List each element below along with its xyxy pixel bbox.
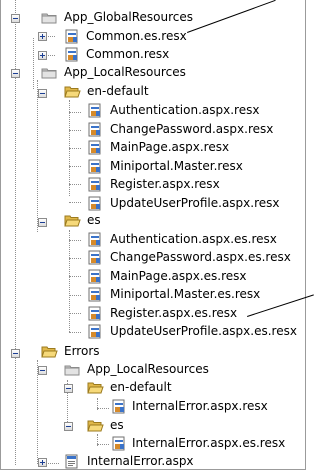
tree-item-label: Miniportal.Master.es.resx — [110, 287, 261, 301]
resx-file-icon — [65, 29, 78, 44]
tree-item-miniportal-master-resx[interactable]: Miniportal.Master.resx — [1, 157, 301, 176]
folder-open-icon — [64, 86, 81, 98]
tree-item-label: App_LocalResources — [64, 65, 186, 79]
resx-file-icon — [88, 103, 101, 118]
resx-file-icon — [88, 324, 101, 339]
resx-file-icon — [65, 47, 78, 62]
folder-icon — [41, 13, 57, 24]
resx-file-icon — [112, 436, 125, 451]
tree-item-app-globalresources[interactable]: App_GlobalResources — [1, 8, 301, 27]
resx-file-icon — [88, 122, 101, 137]
tree-item-changepassword-aspx-resx[interactable]: ChangePassword.aspx.resx — [1, 120, 301, 139]
tree-item-label: Register.aspx.resx — [110, 177, 220, 191]
tree-item-internalerror-aspx-es-resx[interactable]: InternalError.aspx.es.resx — [1, 434, 301, 453]
tree-item-register-aspx-resx[interactable]: Register.aspx.resx — [1, 175, 301, 194]
resx-file-icon — [88, 306, 101, 321]
folder-icon — [64, 365, 80, 376]
tree-item-miniportal-master-es-resx[interactable]: Miniportal.Master.es.resx — [1, 285, 301, 304]
tree-item-label: es — [110, 418, 124, 432]
tree-item-label: UpdateUserProfile.aspx.resx — [110, 196, 280, 210]
tree-item-updateuserprofile-aspx-es-resx[interactable]: UpdateUserProfile.aspx.es.resx — [1, 322, 301, 341]
tree-item-label: Register.aspx.es.resx — [110, 306, 238, 320]
tree-item-label: en-default — [87, 84, 149, 98]
resx-file-icon — [88, 140, 101, 155]
tree-item-label: ChangePassword.aspx.resx — [110, 122, 274, 136]
tree-item-label: Common.resx — [86, 47, 170, 61]
tree-item-app-localresources[interactable]: App_LocalResources — [1, 63, 301, 82]
resx-file-icon — [88, 232, 101, 247]
tree-item-errors-es[interactable]: es — [1, 416, 301, 435]
tree-item-label: en-default — [110, 380, 172, 394]
resx-file-icon — [88, 196, 101, 211]
tree-item-label: App_LocalResources — [87, 362, 209, 376]
tree-item-label: ChangePassword.aspx.es.resx — [110, 250, 291, 264]
resx-file-icon — [88, 269, 101, 284]
folder-open-icon — [87, 420, 104, 432]
tree-item-label: InternalError.aspx.es.resx — [132, 436, 286, 450]
tree-item-errors[interactable]: Errors — [1, 342, 301, 361]
tree-item-label: MainPage.aspx.es.resx — [110, 269, 247, 283]
tree-item-en-default[interactable]: en-default — [1, 82, 301, 101]
tree-item-internalerror-aspx[interactable]: InternalError.aspx — [1, 452, 301, 471]
folder-open-icon — [87, 382, 104, 394]
tree-item-mainpage-aspx-resx[interactable]: MainPage.aspx.resx — [1, 138, 301, 157]
tree-item-changepassword-aspx-es-resx[interactable]: ChangePassword.aspx.es.resx — [1, 248, 301, 267]
tree-item-label: InternalError.aspx.resx — [132, 399, 268, 413]
tree-item-internalerror-aspx-resx[interactable]: InternalError.aspx.resx — [1, 397, 301, 416]
tree-item-label: Errors — [64, 344, 100, 358]
tree-item-label: InternalError.aspx — [87, 454, 194, 468]
resx-file-icon — [88, 250, 101, 265]
tree-item-authentication-aspx-resx[interactable]: Authentication.aspx.resx — [1, 101, 301, 120]
resx-file-icon — [112, 399, 125, 414]
tree-item-label: Miniportal.Master.resx — [110, 159, 243, 173]
solution-explorer-tree: App_GlobalResources Common.es.resx Commo… — [0, 0, 314, 471]
tree-item-label: Authentication.aspx.resx — [110, 103, 260, 117]
resx-file-icon — [88, 177, 101, 192]
tree-item-label: Authentication.aspx.es.resx — [110, 232, 277, 246]
tree-item-common-es-resx[interactable]: Common.es.resx — [1, 27, 301, 46]
folder-open-icon — [64, 215, 81, 227]
resx-file-icon — [88, 287, 101, 302]
tree-item-label: UpdateUserProfile.aspx.es.resx — [110, 324, 297, 338]
tree-item-es[interactable]: es — [1, 211, 301, 230]
tree-item-mainpage-aspx-es-resx[interactable]: MainPage.aspx.es.resx — [1, 267, 301, 286]
tree-item-authentication-aspx-es-resx[interactable]: Authentication.aspx.es.resx — [1, 230, 301, 249]
folder-icon — [41, 68, 57, 79]
tree-item-errors-en-default[interactable]: en-default — [1, 378, 301, 397]
resx-file-icon — [88, 159, 101, 174]
tree-item-label: Common.es.resx — [86, 29, 187, 43]
tree-item-errors-app-localresources[interactable]: App_LocalResources — [1, 360, 301, 379]
folder-open-icon — [41, 346, 58, 358]
tree-item-label: App_GlobalResources — [64, 10, 194, 24]
tree-item-label: es — [87, 213, 101, 227]
aspx-file-icon — [65, 454, 78, 469]
tree-item-common-resx[interactable]: Common.resx — [1, 45, 301, 64]
tree-item-label: MainPage.aspx.resx — [110, 140, 230, 154]
